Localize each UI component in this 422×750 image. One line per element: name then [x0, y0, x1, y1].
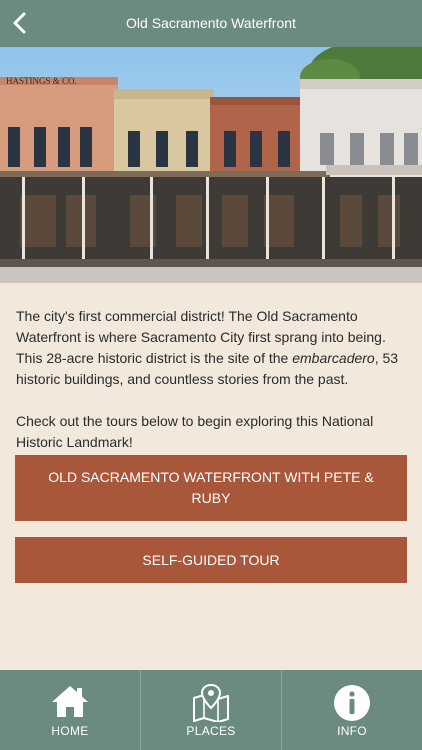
intro-section: The city's first commercial district! Th… [16, 306, 410, 453]
tour-button-pete-ruby[interactable]: OLD SACRAMENTO WATERFRONT WITH PETE & RU… [15, 455, 407, 521]
hero-photo: HASTINGS & CO. [0, 47, 422, 283]
tab-info[interactable]: INFO [282, 670, 422, 750]
tour-button-self-guided[interactable]: SELF-GUIDED TOUR [15, 537, 407, 583]
tab-places-label: PLACES [186, 724, 236, 738]
info-icon [334, 685, 370, 721]
map-pin-icon [193, 684, 229, 722]
embarcadero-emphasis: embarcadero [292, 350, 375, 366]
hastings-sign: HASTINGS & CO. [6, 76, 77, 86]
navigation-bar: Old Sacramento Waterfront [0, 0, 422, 47]
tab-info-label: INFO [337, 724, 367, 738]
intro-paragraph: The city's first commercial district! Th… [16, 308, 399, 387]
page-title: Old Sacramento Waterfront [126, 15, 296, 31]
home-icon [52, 686, 88, 717]
tab-home-label: HOME [51, 724, 89, 738]
intro-cta-paragraph: Check out the tours below to begin explo… [16, 413, 374, 450]
tab-bar: HOME PLACES INFO [0, 670, 422, 750]
tab-places[interactable]: PLACES [141, 670, 282, 750]
tab-home[interactable]: HOME [0, 670, 141, 750]
